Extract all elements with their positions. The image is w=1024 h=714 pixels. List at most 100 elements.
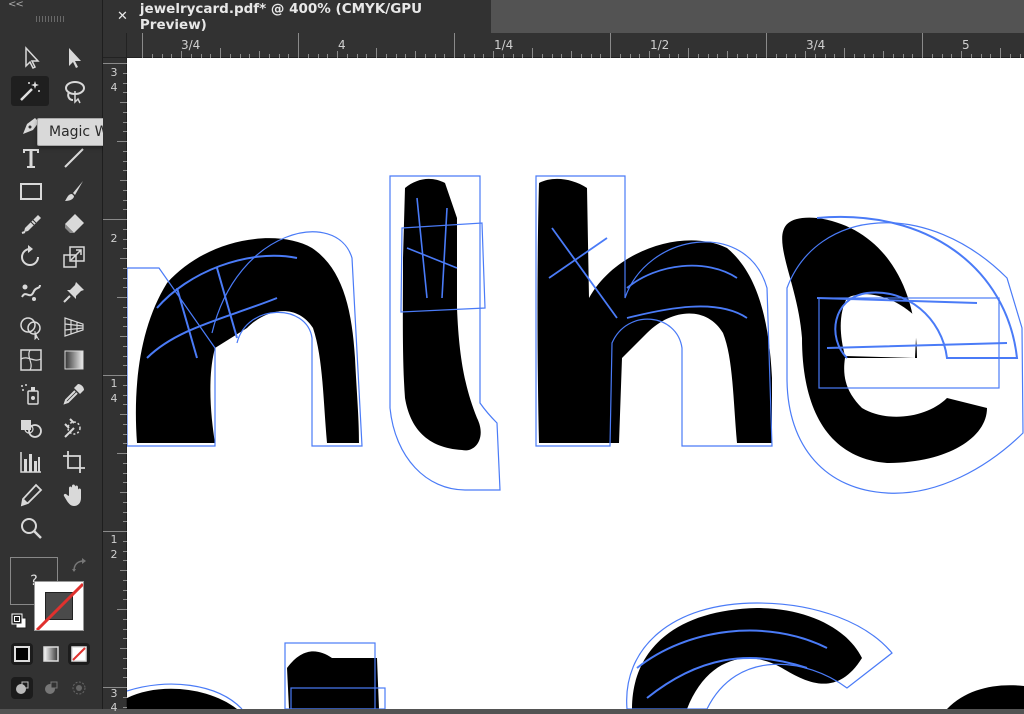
rectangle-icon xyxy=(20,183,42,200)
direct-selection-tool[interactable] xyxy=(12,43,50,73)
blend-tool[interactable] xyxy=(12,413,50,443)
blob-brush-tool[interactable] xyxy=(12,209,50,239)
scale-tool[interactable] xyxy=(55,242,93,272)
rotate-icon xyxy=(21,245,39,266)
column-graph-icon xyxy=(20,452,41,473)
draw-behind-button[interactable] xyxy=(40,677,62,699)
eyedropper-tool[interactable] xyxy=(55,379,93,409)
pin-tool[interactable] xyxy=(55,277,93,307)
ruler-label: 3 xyxy=(110,66,118,79)
artboard-icon xyxy=(63,451,85,473)
vertical-ruler[interactable]: 3 4 2 1 4 1 2 3 4 xyxy=(103,58,127,713)
symbol-sprayer-icon xyxy=(21,384,39,405)
direct-selection-icon xyxy=(25,46,40,70)
draw-normal-icon xyxy=(16,681,29,694)
selection-tool[interactable] xyxy=(55,43,93,73)
stroke-swatch[interactable] xyxy=(34,581,84,631)
perspective-grid-tool[interactable] xyxy=(55,312,93,342)
letter-t-shape[interactable] xyxy=(389,175,501,491)
artboard-canvas[interactable] xyxy=(127,58,1024,709)
draw-behind-icon xyxy=(45,681,58,694)
gradient-icon xyxy=(64,350,84,370)
color-icon xyxy=(14,646,30,662)
none-mode-button[interactable] xyxy=(68,643,90,665)
magic-wand-icon xyxy=(20,81,40,101)
ruler-label: 4 xyxy=(338,38,346,52)
hand-icon xyxy=(63,484,81,506)
eyedropper-icon xyxy=(63,384,84,405)
ruler-label: 5 xyxy=(962,38,970,52)
slice-tool[interactable] xyxy=(55,413,93,443)
puppet-warp-tool[interactable] xyxy=(12,277,50,307)
line-segment-icon xyxy=(64,148,84,168)
rectangle-tool[interactable] xyxy=(12,176,50,206)
puppet-warp-icon xyxy=(21,284,41,301)
line-segment-tool[interactable] xyxy=(55,143,93,173)
eraser-icon xyxy=(65,214,84,233)
pencil-tool[interactable] xyxy=(12,480,50,510)
gradient-mode-button[interactable] xyxy=(40,643,62,665)
artboard-tool[interactable] xyxy=(55,447,93,477)
color-mode-button[interactable] xyxy=(11,643,33,665)
document-tab-bar: ✕ jewelrycard.pdf* @ 400% (CMYK/GPU Prev… xyxy=(103,0,1024,33)
pushpin-icon xyxy=(63,282,84,303)
mesh-tool[interactable] xyxy=(12,345,50,375)
zoom-tool[interactable] xyxy=(12,513,50,543)
paintbrush-icon xyxy=(65,181,83,201)
ruler-label: 2 xyxy=(110,232,118,245)
selection-arrow-icon xyxy=(69,48,81,68)
slice-icon xyxy=(64,418,81,438)
lasso-tool[interactable] xyxy=(55,76,93,106)
eraser-tool[interactable] xyxy=(55,209,93,239)
document-tab-title: jewelrycard.pdf* @ 400% (CMYK/GPU Previe… xyxy=(139,0,423,33)
ruler-label: 3/4 xyxy=(806,38,826,52)
brush-lettering-artwork[interactable] xyxy=(127,58,1024,709)
letter-h-shape[interactable] xyxy=(535,175,773,447)
ruler-label: 1 xyxy=(110,533,118,546)
panel-grip[interactable] xyxy=(36,16,64,22)
ruler-label: 4 xyxy=(110,392,118,405)
blend-icon xyxy=(21,420,42,438)
ruler-label: 1/2 xyxy=(650,38,670,52)
type-tool[interactable] xyxy=(12,143,50,173)
bottom-letters-shape[interactable] xyxy=(127,602,1024,709)
close-tab-icon[interactable]: ✕ xyxy=(117,9,128,24)
ruler-label: 3/4 xyxy=(181,38,201,52)
paintbrush-tool[interactable] xyxy=(55,176,93,206)
gradient-swatch-icon xyxy=(43,646,59,662)
none-icon xyxy=(71,646,87,662)
draw-inside-button[interactable] xyxy=(68,677,90,699)
ruler-origin[interactable] xyxy=(103,33,127,58)
column-graph-tool[interactable] xyxy=(12,447,50,477)
ruler-label: 4 xyxy=(110,81,118,94)
mesh-icon xyxy=(20,349,42,371)
document-tab[interactable]: ✕ jewelrycard.pdf* @ 400% (CMYK/GPU Prev… xyxy=(103,0,491,33)
letter-e-shape[interactable] xyxy=(782,215,1024,494)
tools-panel: << xyxy=(0,0,103,709)
blob-brush-icon xyxy=(21,215,41,234)
none-slash-icon xyxy=(35,582,83,630)
symbol-sprayer-tool[interactable] xyxy=(12,379,50,409)
shape-builder-icon xyxy=(20,317,41,340)
type-t-icon xyxy=(23,149,39,168)
draw-normal-button[interactable] xyxy=(11,677,33,699)
letter-n-shape[interactable] xyxy=(127,231,363,447)
pencil-icon xyxy=(20,483,43,507)
shape-builder-tool[interactable] xyxy=(12,312,50,342)
horizontal-ruler-ticks xyxy=(142,33,1021,58)
rotate-tool[interactable] xyxy=(12,242,50,272)
scale-icon xyxy=(63,246,85,268)
ruler-label: 3 xyxy=(110,687,118,700)
lasso-icon xyxy=(65,81,85,104)
swap-fill-stroke-icon[interactable] xyxy=(71,557,89,575)
gradient-tool[interactable] xyxy=(55,345,93,375)
ruler-label: 1 xyxy=(110,377,118,390)
ruler-label: 4 xyxy=(110,701,118,714)
draw-inside-icon xyxy=(72,681,86,695)
horizontal-ruler[interactable]: 3/4 4 1/4 1/2 3/4 5 xyxy=(127,33,1024,58)
hand-tool[interactable] xyxy=(55,480,93,510)
default-fill-stroke-icon[interactable] xyxy=(11,613,27,629)
ruler-label: 2 xyxy=(110,548,118,561)
magic-wand-tool[interactable] xyxy=(11,76,49,106)
collapse-panel-button[interactable]: << xyxy=(8,0,24,10)
